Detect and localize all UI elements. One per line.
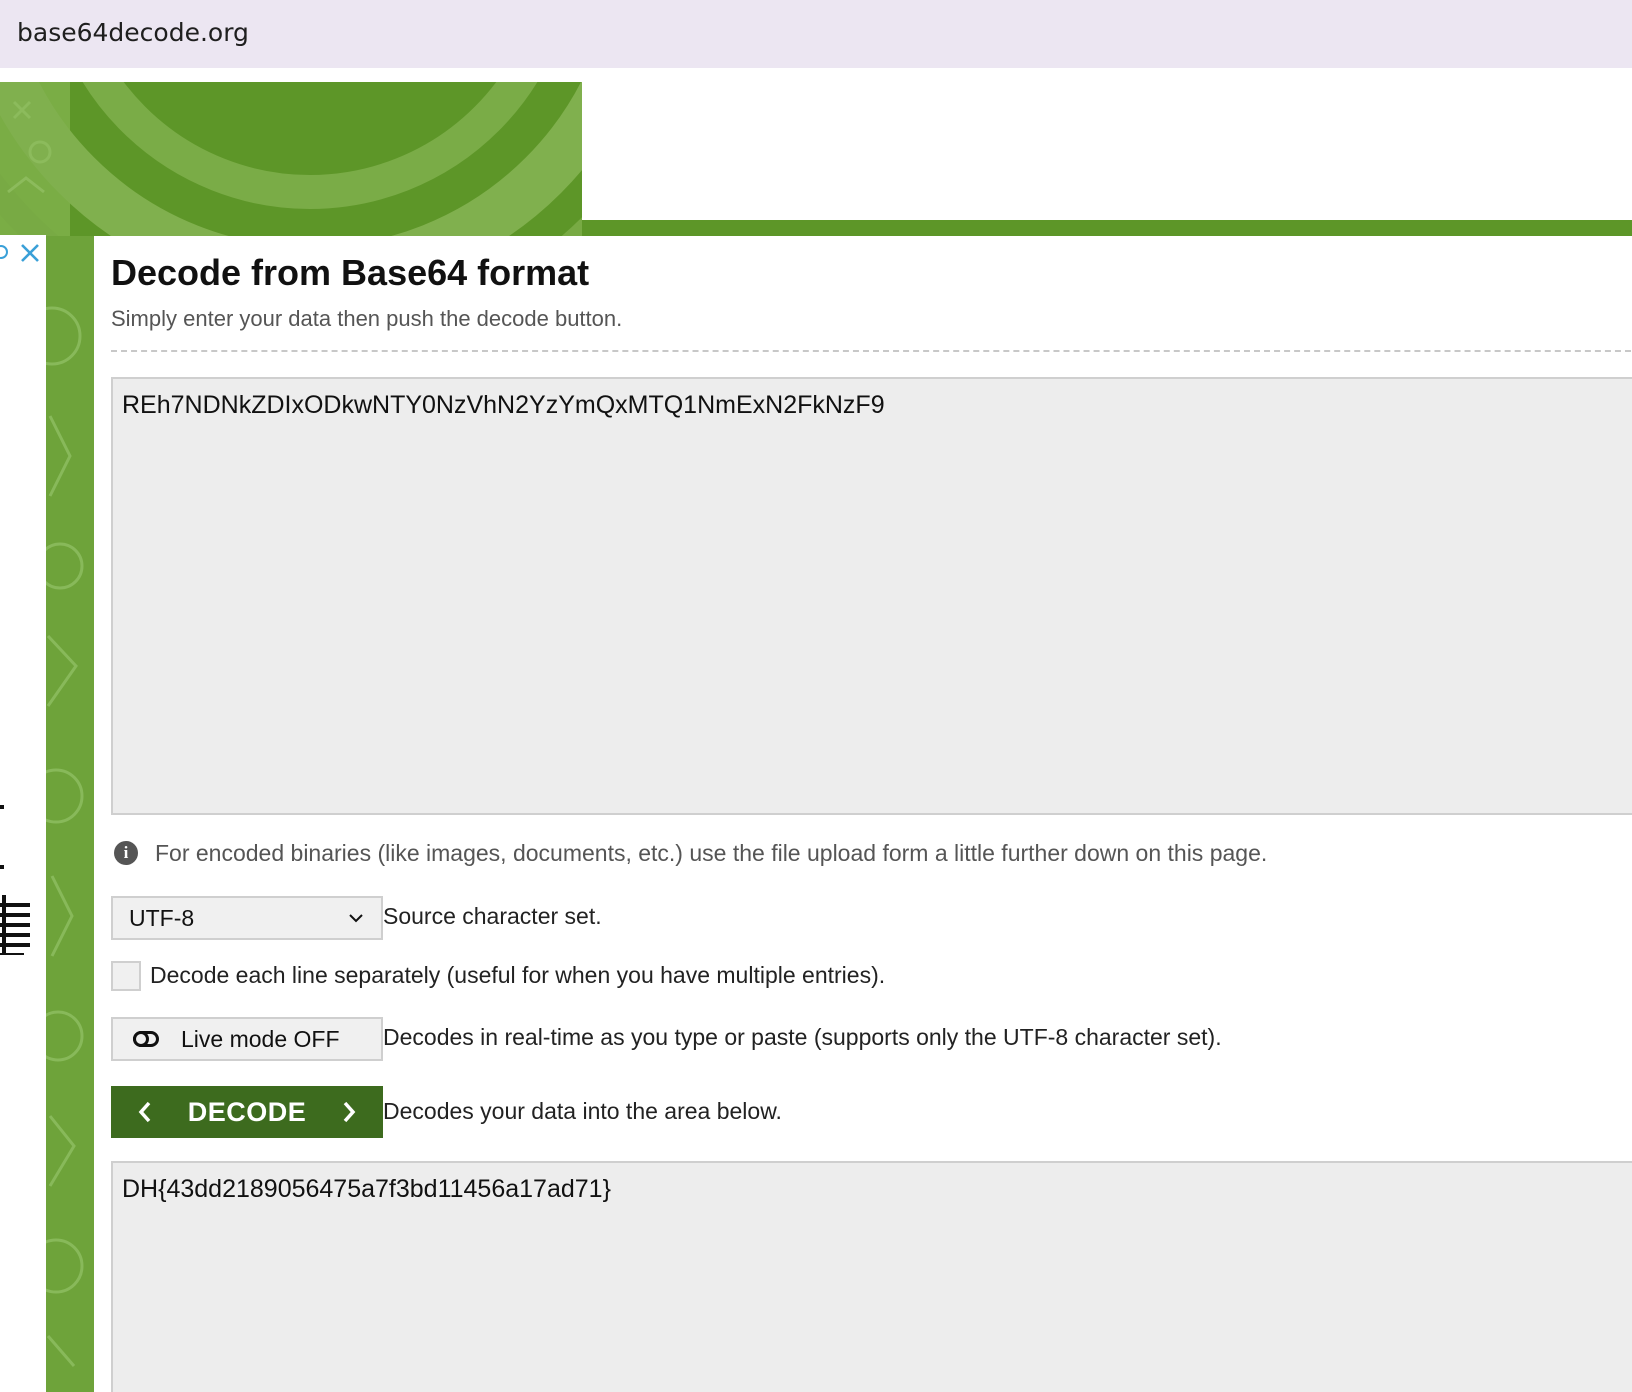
charset-select[interactable]: UTF-8 — [111, 896, 383, 940]
info-note: i For encoded binaries (like images, doc… — [114, 838, 1267, 868]
chevron-down-icon — [349, 914, 363, 923]
header-pattern — [0, 82, 582, 236]
decode-description: Decodes your data into the area below. — [383, 1098, 782, 1124]
decode-each-line-label[interactable]: Decode each line separately (useful for … — [150, 962, 885, 989]
live-mode-toggle-button[interactable]: Live mode OFF — [111, 1017, 383, 1061]
charset-selected-value: UTF-8 — [129, 904, 195, 931]
page-title: Decode from Base64 format — [111, 252, 590, 293]
decode-button[interactable]: DECODE — [111, 1086, 383, 1138]
base64-input-textarea[interactable]: REh7NDNkZDIxODkwNTY0NzVhN2YzYmQxMTQ1NmEx… — [111, 377, 1632, 815]
ad-choices-icon[interactable] — [0, 245, 8, 259]
page-background: Decode from Base64 format Simply enter y… — [0, 68, 1632, 1392]
header-strip — [0, 68, 1632, 82]
chevron-left-icon — [138, 1101, 151, 1123]
ad-logo-fragment — [0, 805, 30, 955]
decoded-output-textarea[interactable]: DH{43dd2189056475a7f3bd11456a17ad71} — [111, 1161, 1632, 1392]
decode-button-label: DECODE — [187, 1096, 307, 1127]
url-text[interactable]: base64decode.org — [17, 18, 249, 47]
top-ad-banner[interactable] — [582, 82, 1632, 220]
info-icon: i — [114, 841, 138, 865]
page-subtitle: Simply enter your data then push the dec… — [111, 306, 623, 331]
toggle-off-icon — [133, 1031, 159, 1047]
close-icon[interactable] — [18, 241, 42, 265]
header-green-band — [582, 220, 1632, 236]
header-decoration — [0, 82, 582, 236]
info-text: For encoded binaries (like images, docum… — [155, 839, 1268, 866]
side-ad-banner[interactable] — [0, 235, 46, 1392]
dashed-divider — [111, 350, 1632, 352]
live-mode-description: Decodes in real-time as you type or past… — [383, 1024, 1222, 1050]
main-content: Decode from Base64 format Simply enter y… — [94, 236, 1632, 1392]
browser-address-bar[interactable]: base64decode.org — [0, 0, 1632, 68]
live-mode-label: Live mode OFF — [181, 1025, 340, 1052]
charset-label: Source character set. — [383, 903, 602, 929]
chevron-right-icon — [343, 1101, 356, 1123]
decode-each-line-checkbox[interactable] — [111, 961, 141, 991]
